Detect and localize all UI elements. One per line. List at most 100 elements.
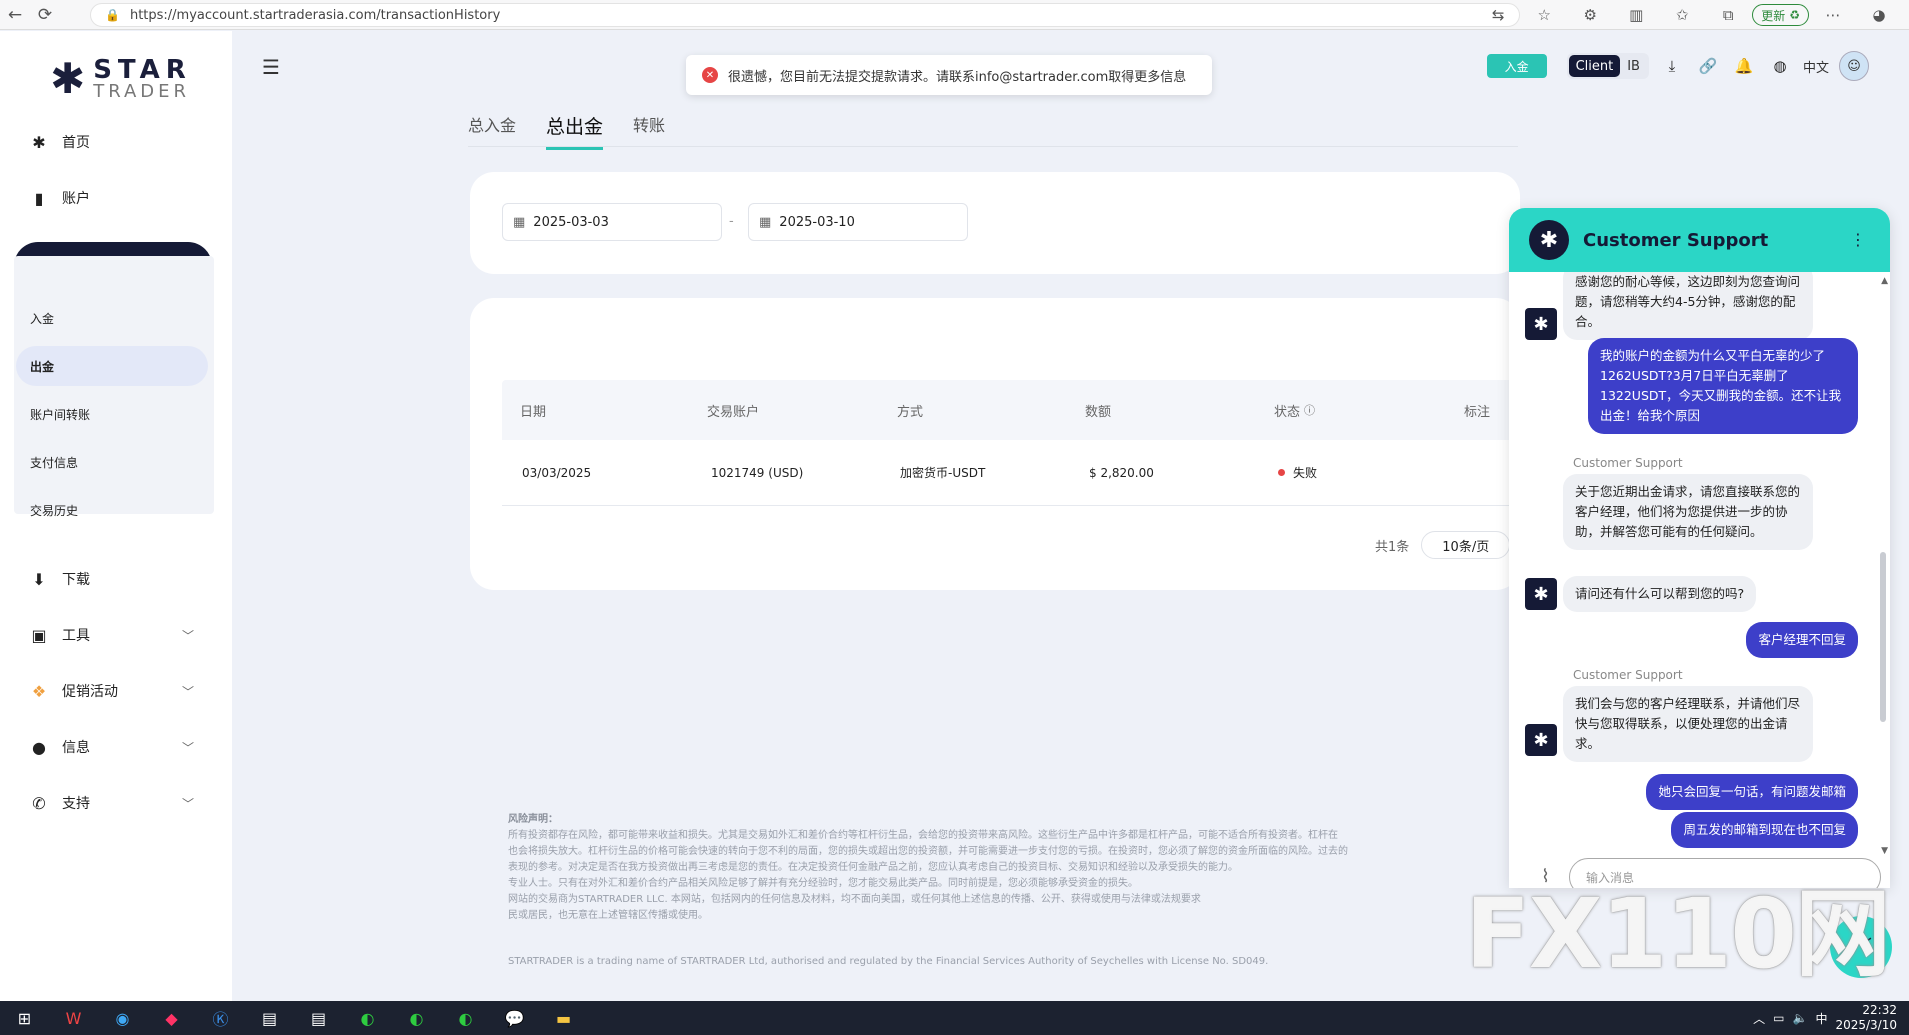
start-date-field[interactable]: ▦ 2025-03-03: [502, 203, 722, 241]
chat-scrollbar[interactable]: [1880, 552, 1886, 722]
subnav-withdraw[interactable]: 出金: [16, 346, 208, 386]
agent-message: 关于您近期出金请求，请您直接联系您的客户经理，他们将为您提供进一步的协助，并解答…: [1563, 474, 1813, 550]
role-toggle[interactable]: Client IB: [1566, 53, 1649, 79]
sender-name: Customer Support: [1573, 668, 1683, 682]
cell-amount: $ 2,820.00: [1089, 465, 1154, 480]
globe-icon[interactable]: ◍: [1767, 57, 1793, 75]
lock-icon: 🔒: [105, 8, 120, 22]
sidebar-item-home[interactable]: ✱ 首页: [14, 122, 212, 162]
calendar-icon: ▦: [759, 214, 772, 230]
sidebar-item-download[interactable]: ⬇ 下载: [14, 559, 212, 599]
subnav-payment-info[interactable]: 支付信息: [16, 442, 208, 482]
account-icon: ▮: [34, 188, 44, 208]
scroll-down-icon[interactable]: ▼: [1881, 846, 1888, 856]
avatar[interactable]: ☺: [1839, 51, 1869, 81]
chevron-down-icon: ﹀: [181, 628, 194, 643]
table-header: 日期 交易账户 方式 数额 状态 ⓘ 标注: [502, 380, 1512, 440]
edge-icon[interactable]: ◉: [98, 1001, 147, 1035]
back-icon[interactable]: ←: [0, 0, 30, 30]
favorite-icon[interactable]: ☆: [1522, 0, 1566, 30]
address-bar[interactable]: 🔒 https://myaccount.startraderasia.com/t…: [90, 3, 1520, 27]
disclaimer-line: 网站的交易商为STARTRADER LLC. 本网站，包括网内的任何信息及材料，…: [508, 894, 1201, 905]
fx110-watermark: FX110网: [1465, 878, 1891, 990]
disclaimer-line: 专业人士。只有在对外汇和差价合约产品相关风险足够了解并有充分经验时，您才能交易此…: [508, 878, 1138, 889]
home-icon: ✱: [32, 132, 46, 152]
risk-disclaimer: 风险声明： 所有投资都存在风险，都可能带来收益和损失。尤其是交易如外汇和差价合约…: [508, 812, 1508, 924]
agent-message: 我们会与您的客户经理联系，并请他们尽快与您取得联系，以便处理您的出金请求。: [1563, 686, 1813, 762]
disclaimer-line: 表现的参考。对决定是否在我方投资做出再三考虑是您的责任。在决定投资任何金融产品之…: [508, 862, 1238, 873]
logo-text-bottom: TRADER: [93, 81, 191, 102]
reload-icon[interactable]: ⟳: [30, 0, 60, 30]
user-message: 客户经理不回复: [1746, 622, 1858, 658]
wechat-icon[interactable]: 💬: [490, 1001, 539, 1035]
tools-icon: ▣: [31, 625, 47, 645]
star-logo-icon: ✱: [50, 54, 86, 103]
scroll-up-icon[interactable]: ▲: [1881, 276, 1888, 286]
cell-account: 1021749 (USD): [711, 465, 804, 480]
agent-avatar-icon: ✱: [1525, 724, 1557, 756]
wps-icon[interactable]: W: [49, 1001, 98, 1035]
split-view-icon[interactable]: ▥: [1614, 0, 1658, 30]
app-icon[interactable]: ▤: [294, 1001, 343, 1035]
k-app-icon[interactable]: Ⓚ: [196, 1001, 245, 1035]
brave-icon[interactable]: ◆: [147, 1001, 196, 1035]
browser-toolbar: ← ⟳ 🔒 https://myaccount.startraderasia.c…: [0, 0, 1909, 30]
disclaimer-line: 所有投资都存在风险，都可能带来收益和损失。尤其是交易如外汇和差价合约等杠杆衍生品…: [508, 830, 1338, 841]
sidebar-item-tools[interactable]: ▣ 工具 ﹀: [14, 615, 212, 655]
volume-icon[interactable]: 🔈: [1793, 1011, 1808, 1025]
sidebar-item-info[interactable]: ● 信息 ﹀: [14, 727, 212, 767]
disclaimer-line: 也会将损失放大。杠杆衍生品的价格可能会快速的转向于您不利的局面，您的损失或超出您…: [508, 846, 1348, 857]
translate-icon[interactable]: ⇆: [1476, 0, 1520, 30]
role-ib[interactable]: IB: [1620, 55, 1647, 77]
tab-total-withdraw[interactable]: 总出金: [546, 112, 604, 150]
windows-taskbar: ⊞ W ◉ ◆ Ⓚ ▤ ▤ ◐ ◐ ◐ 💬 ▬ ︿ ▭ 🔈 中 22:32 20…: [0, 1001, 1909, 1035]
role-client[interactable]: Client: [1568, 55, 1621, 77]
network-icon[interactable]: ▭: [1773, 1011, 1784, 1025]
language-label[interactable]: 中文: [1803, 57, 1829, 76]
extensions-icon[interactable]: ⚙: [1568, 0, 1612, 30]
collections-icon[interactable]: ⧉: [1706, 0, 1750, 30]
end-date-field[interactable]: ▦ 2025-03-10: [748, 203, 968, 241]
folder-icon[interactable]: ▬: [539, 1001, 588, 1035]
update-button[interactable]: 更新 ♻: [1752, 4, 1809, 26]
info-icon[interactable]: ⓘ: [1304, 402, 1315, 418]
toast-message: 很遗憾，您目前无法提交提款请求。请联系info@startrader.com取得…: [728, 69, 1187, 85]
chat-messages: 感谢您的耐心等候，这边即刻为您查询问题，请您稍等大约4-5分钟，感谢您的配合。 …: [1509, 272, 1890, 857]
cell-date: 03/03/2025: [522, 465, 592, 480]
tray-expand-icon[interactable]: ︿: [1753, 1010, 1765, 1027]
chat-menu-icon[interactable]: ⋮: [1850, 230, 1866, 249]
startrader-logo[interactable]: ✱ STAR TRADER: [50, 57, 192, 101]
copilot-icon[interactable]: ◕: [1857, 0, 1901, 30]
deposit-button[interactable]: 入金: [1486, 54, 1547, 78]
windows-start-icon[interactable]: ⊞: [0, 1001, 49, 1035]
user-message: 我的账户的金额为什么又平白无辜的少了1262USDT?3月7日平白无辜删了132…: [1588, 338, 1858, 434]
gift-icon: ❖: [31, 681, 47, 701]
sidebar-item-promotions[interactable]: ❖ 促销活动 ﹀: [14, 671, 212, 711]
tab-transfer[interactable]: 转账: [633, 112, 665, 150]
sidebar-item-support[interactable]: ✆ 支持 ﹀: [14, 783, 212, 823]
chevron-down-icon: ﹀: [181, 684, 194, 699]
ime-indicator[interactable]: 中: [1815, 1010, 1827, 1027]
download-icon[interactable]: ⤓: [1659, 57, 1685, 75]
subnav-internal-transfer[interactable]: 账户间转账: [16, 394, 208, 434]
more-icon[interactable]: ⋯: [1811, 0, 1855, 30]
menu-collapse-icon[interactable]: ☰: [262, 55, 280, 79]
license-text: STARTRADER is a trading name of STARTRAD…: [508, 956, 1269, 967]
app-icon[interactable]: ▤: [245, 1001, 294, 1035]
sidebar-item-account[interactable]: ▮ 账户: [14, 178, 212, 218]
green-app-icon[interactable]: ◐: [441, 1001, 490, 1035]
page-size-select[interactable]: 10条/页: [1421, 531, 1511, 559]
green-app-icon[interactable]: ◐: [343, 1001, 392, 1035]
chat-title: Customer Support: [1583, 229, 1769, 251]
bell-icon[interactable]: 🔔: [1731, 57, 1757, 75]
favorites-list-icon[interactable]: ✩: [1660, 0, 1704, 30]
tab-total-deposit[interactable]: 总入金: [468, 112, 516, 150]
phone-icon: ✆: [32, 793, 46, 813]
agent-message: 请问还有什么可以帮到您的吗?: [1563, 576, 1757, 612]
green-app-icon[interactable]: ◐: [392, 1001, 441, 1035]
link-icon[interactable]: 🔗: [1695, 57, 1721, 75]
subnav-trade-history[interactable]: 交易历史: [16, 490, 208, 530]
clock[interactable]: 22:32 2025/3/10: [1835, 1003, 1897, 1033]
user-icon: ●: [32, 737, 46, 757]
subnav-deposit[interactable]: 入金: [16, 298, 208, 338]
